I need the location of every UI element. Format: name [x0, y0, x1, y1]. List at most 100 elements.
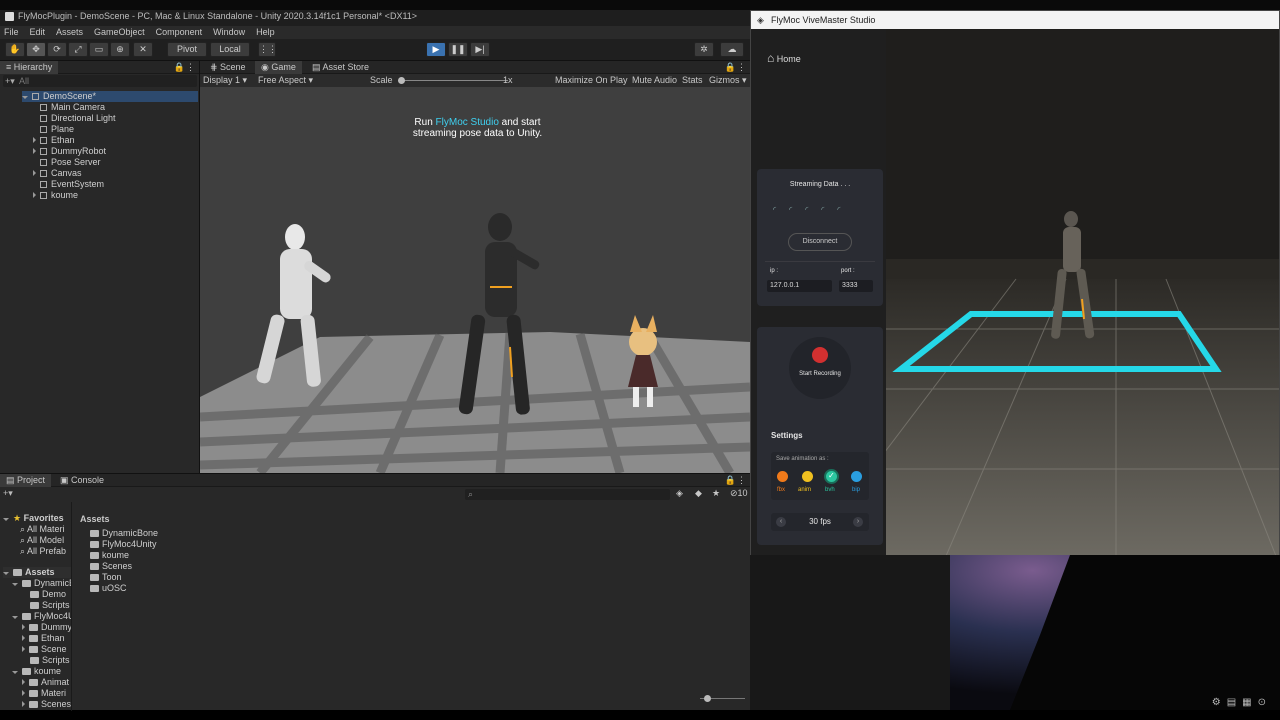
icon-size-slider-handle[interactable]: [704, 695, 711, 702]
tree-folder[interactable]: Materi: [22, 688, 66, 699]
pause-button[interactable]: ❚❚: [448, 42, 468, 57]
play-button[interactable]: ▶: [426, 42, 446, 57]
rotate-tool-icon[interactable]: ⟳: [47, 42, 67, 57]
disconnect-button[interactable]: Disconnect: [788, 233, 852, 251]
scale-slider-handle[interactable]: [398, 77, 405, 84]
asset-folder[interactable]: koume: [90, 550, 129, 561]
hand-tool-icon[interactable]: ✋: [5, 42, 25, 57]
tree-folder[interactable]: Scripts: [30, 600, 70, 611]
lock-icon[interactable]: 🔒: [174, 62, 185, 73]
menu-help[interactable]: Help: [256, 26, 275, 39]
record-button[interactable]: Start Recording: [789, 337, 851, 399]
assets-root[interactable]: Assets: [3, 567, 71, 578]
fps-increase-button[interactable]: ›: [853, 517, 863, 527]
menu-file[interactable]: File: [4, 26, 19, 39]
aspect-dropdown[interactable]: Free Aspect ▾: [258, 75, 313, 86]
create-dropdown[interactable]: +▾: [3, 488, 23, 500]
asset-folder[interactable]: FlyMoc4Unity: [90, 539, 157, 550]
icon-size-slider[interactable]: [700, 695, 745, 702]
tree-folder[interactable]: Ethan: [22, 633, 65, 644]
tree-folder[interactable]: FlyMoc4U: [12, 611, 71, 622]
add-icon[interactable]: +▾: [5, 75, 15, 87]
hierarchy-item[interactable]: Plane: [40, 124, 74, 135]
tree-folder[interactable]: DynamicE: [12, 578, 71, 589]
pivot-toggle[interactable]: Pivot: [167, 42, 207, 57]
move-tool-icon[interactable]: ✥: [26, 42, 46, 57]
hierarchy-item[interactable]: Ethan: [33, 135, 75, 146]
filter-type-icon[interactable]: ◈: [676, 488, 683, 499]
ip-field[interactable]: 127.0.0.1: [767, 280, 832, 292]
hierarchy-item[interactable]: Pose Server: [40, 157, 101, 168]
asset-folder[interactable]: uOSC: [90, 583, 127, 594]
fps-decrease-button[interactable]: ‹: [776, 517, 786, 527]
tab-console[interactable]: ▣ Console: [54, 474, 110, 487]
mute-audio-toggle[interactable]: Mute Audio: [632, 75, 677, 85]
flymoc-3d-viewport[interactable]: [886, 29, 1279, 556]
grid-snap-icon[interactable]: ⋮⋮: [258, 42, 277, 57]
expand-arrow-icon[interactable]: [33, 170, 36, 176]
favorite-star-icon[interactable]: ★: [712, 488, 720, 499]
tree-folder[interactable]: koume: [12, 666, 61, 677]
tree-folder[interactable]: Scene: [22, 644, 67, 655]
project-search-input[interactable]: ⌕: [465, 489, 670, 500]
more-menu-icon[interactable]: ⋮: [737, 475, 746, 486]
menu-gameobject[interactable]: GameObject: [94, 26, 145, 39]
asset-folder[interactable]: Toon: [90, 572, 122, 583]
hierarchy-item[interactable]: Main Camera: [40, 102, 105, 113]
tab-asset-store[interactable]: ▤ Asset Store: [306, 61, 375, 74]
port-field[interactable]: 3333: [839, 280, 873, 292]
hierarchy-item[interactable]: EventSystem: [40, 179, 104, 190]
favorites-section[interactable]: ★ Favorites: [3, 513, 64, 524]
expand-arrow-icon[interactable]: [33, 137, 36, 143]
tab-hierarchy[interactable]: ≡ Hierarchy: [0, 61, 59, 74]
fbx-format-dot[interactable]: [777, 471, 788, 482]
anim-format-dot[interactable]: [802, 471, 813, 482]
scale-slider[interactable]: [398, 77, 508, 84]
display-dropdown[interactable]: Display 1 ▾: [203, 75, 247, 86]
hierarchy-item[interactable]: DummyRobot: [33, 146, 106, 157]
tree-folder[interactable]: Scenes: [22, 699, 71, 710]
favorite-item[interactable]: ⌕ All Prefab: [20, 546, 66, 557]
hierarchy-item[interactable]: koume: [33, 190, 78, 201]
more-menu-icon[interactable]: ⋮: [186, 62, 195, 73]
bvh-format-dot[interactable]: ✓: [826, 471, 837, 482]
asset-folder[interactable]: DynamicBone: [90, 528, 158, 539]
stats-toggle[interactable]: Stats: [682, 75, 703, 85]
gizmos-dropdown[interactable]: Gizmos ▾: [709, 75, 747, 86]
more-menu-icon[interactable]: ⋮: [737, 62, 746, 73]
tab-project[interactable]: ▤ Project: [0, 474, 52, 487]
local-toggle[interactable]: Local: [210, 42, 250, 57]
transform-tool-icon[interactable]: ⊕: [110, 42, 130, 57]
collab-icon[interactable]: ✲: [694, 42, 714, 57]
game-viewport[interactable]: Run FlyMoc Studio and start streaming po…: [200, 87, 750, 473]
filter-label-icon[interactable]: ◆: [695, 488, 702, 499]
hierarchy-item[interactable]: Canvas: [33, 168, 82, 179]
favorite-item[interactable]: ⌕ All Materi: [20, 524, 65, 535]
home-link[interactable]: ⌂ Home: [767, 51, 801, 65]
expand-arrow-icon[interactable]: [33, 148, 36, 154]
maximize-on-play-toggle[interactable]: Maximize On Play: [555, 75, 628, 85]
scale-tool-icon[interactable]: ⤢: [68, 42, 88, 57]
bip-format-dot[interactable]: [851, 471, 862, 482]
tree-folder[interactable]: Demo: [30, 589, 66, 600]
step-button[interactable]: ▶|: [470, 42, 490, 57]
tray-icons[interactable]: ⚙▤▦⊙: [1212, 697, 1272, 708]
tree-folder[interactable]: Scripts: [30, 655, 70, 666]
cloud-icon[interactable]: ☁: [720, 42, 744, 57]
lock-icon[interactable]: 🔒: [725, 62, 736, 73]
assets-breadcrumb[interactable]: Assets: [80, 514, 110, 524]
menu-assets[interactable]: Assets: [56, 26, 83, 39]
hierarchy-search-input[interactable]: +▾ All: [3, 75, 197, 87]
menu-window[interactable]: Window: [213, 26, 245, 39]
custom-tool-icon[interactable]: ✕: [133, 42, 153, 57]
tree-folder[interactable]: Animat: [22, 677, 69, 688]
lock-icon[interactable]: 🔒: [725, 475, 736, 486]
tab-game[interactable]: ◉ Game: [255, 61, 302, 74]
rect-tool-icon[interactable]: ▭: [89, 42, 109, 57]
tab-scene[interactable]: ⋕ Scene: [204, 61, 252, 74]
hierarchy-item[interactable]: Directional Light: [40, 113, 116, 124]
menu-component[interactable]: Component: [156, 26, 203, 39]
asset-folder[interactable]: Scenes: [90, 561, 132, 572]
favorite-item[interactable]: ⌕ All Model: [20, 535, 64, 546]
tree-folder[interactable]: Dummy: [22, 622, 71, 633]
